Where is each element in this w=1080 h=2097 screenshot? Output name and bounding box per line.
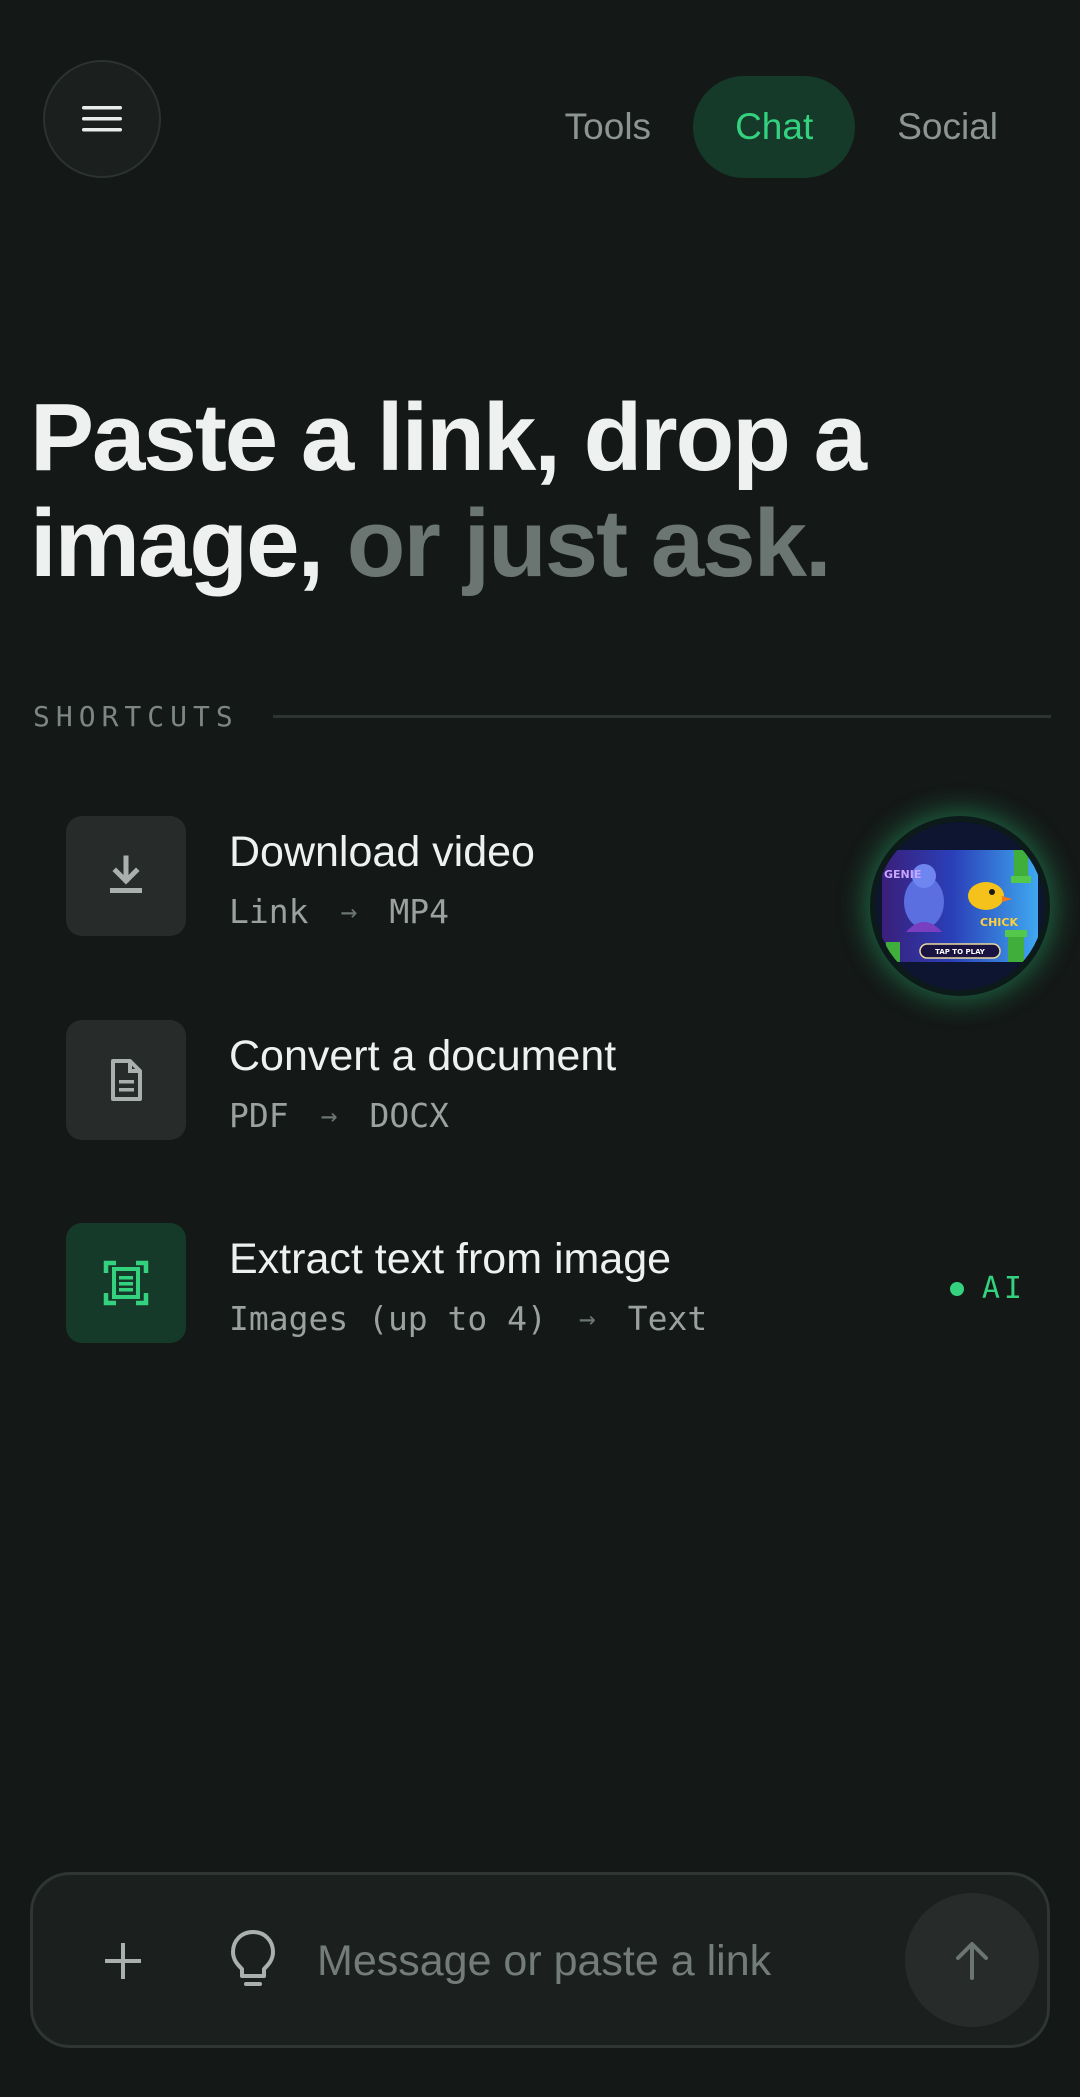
send-button[interactable] <box>905 1893 1039 2027</box>
shortcuts-header: SHORTCUTS <box>33 700 1051 733</box>
lightbulb-icon <box>231 1930 275 1986</box>
shortcut-subtitle: PDF → DOCX <box>229 1096 449 1135</box>
shortcut-from: PDF <box>229 1096 289 1135</box>
game-text-right: CHICK <box>980 916 1018 929</box>
message-input[interactable] <box>317 1925 897 1997</box>
ai-badge: AI <box>949 1271 1026 1306</box>
game-thumbnail: GENIE CHICK TAP TO PLAY <box>876 822 1044 990</box>
shortcut-title: Extract text from image <box>229 1235 672 1283</box>
shortcut-from: Link <box>229 892 309 931</box>
shortcut-icon-box <box>66 1223 186 1343</box>
hamburger-menu-icon <box>82 106 122 132</box>
hero-line-2-muted: or just ask. <box>346 490 832 597</box>
hero-heading: Paste a link, drop a image, or just ask. <box>30 385 1060 597</box>
game-cta: TAP TO PLAY <box>935 948 986 956</box>
arrow-right-icon: → <box>320 1099 338 1132</box>
game-text-left: GENIE <box>884 868 921 881</box>
shortcut-convert-document[interactable]: Convert a document PDF → DOCX <box>66 1020 1026 1140</box>
shortcut-to: Text <box>627 1299 708 1338</box>
shortcut-to: DOCX <box>369 1096 449 1135</box>
arrow-up-icon <box>956 1942 988 1980</box>
game-bubble[interactable]: GENIE CHICK TAP TO PLAY <box>870 816 1050 996</box>
tab-social[interactable]: Social <box>855 76 1040 178</box>
scan-text-icon <box>103 1260 149 1306</box>
shortcut-title: Convert a document <box>229 1032 617 1080</box>
document-icon <box>111 1059 142 1101</box>
shortcut-icon-box <box>66 816 186 936</box>
shortcut-extract-text[interactable]: Extract text from image Images (up to 4)… <box>66 1223 1026 1343</box>
tab-tools[interactable]: Tools <box>523 76 693 178</box>
shortcut-to: MP4 <box>389 892 449 931</box>
status-dot <box>949 1281 964 1296</box>
ai-badge-label: AI <box>981 1271 1026 1306</box>
hero-line-2-strong: image, <box>30 490 324 597</box>
shortcut-title: Download video <box>229 828 535 876</box>
tab-chat[interactable]: Chat <box>693 76 856 178</box>
shortcut-subtitle: Link → MP4 <box>229 892 449 931</box>
ideas-button[interactable] <box>225 1927 281 1993</box>
download-icon <box>110 855 142 893</box>
top-tabs: Tools Chat Social <box>523 76 1040 178</box>
plus-icon <box>105 1943 141 1979</box>
arrow-right-icon: → <box>340 895 358 928</box>
message-composer <box>30 1872 1050 2048</box>
hero-line-2: image, or just ask. <box>30 491 1060 597</box>
app-screen: Tools Chat Social Paste a link, drop a i… <box>0 0 1080 2097</box>
hero-line-1: Paste a link, drop a <box>30 384 867 491</box>
shortcuts-divider <box>272 715 1051 718</box>
shortcuts-label: SHORTCUTS <box>33 700 239 733</box>
shortcut-from: Images (up to 4) <box>229 1299 547 1338</box>
shortcut-icon-box <box>66 1020 186 1140</box>
menu-button[interactable] <box>43 60 161 178</box>
add-attachment-button[interactable] <box>93 1931 153 1991</box>
shortcut-subtitle: Images (up to 4) → Text <box>229 1299 707 1338</box>
arrow-right-icon: → <box>578 1302 596 1335</box>
